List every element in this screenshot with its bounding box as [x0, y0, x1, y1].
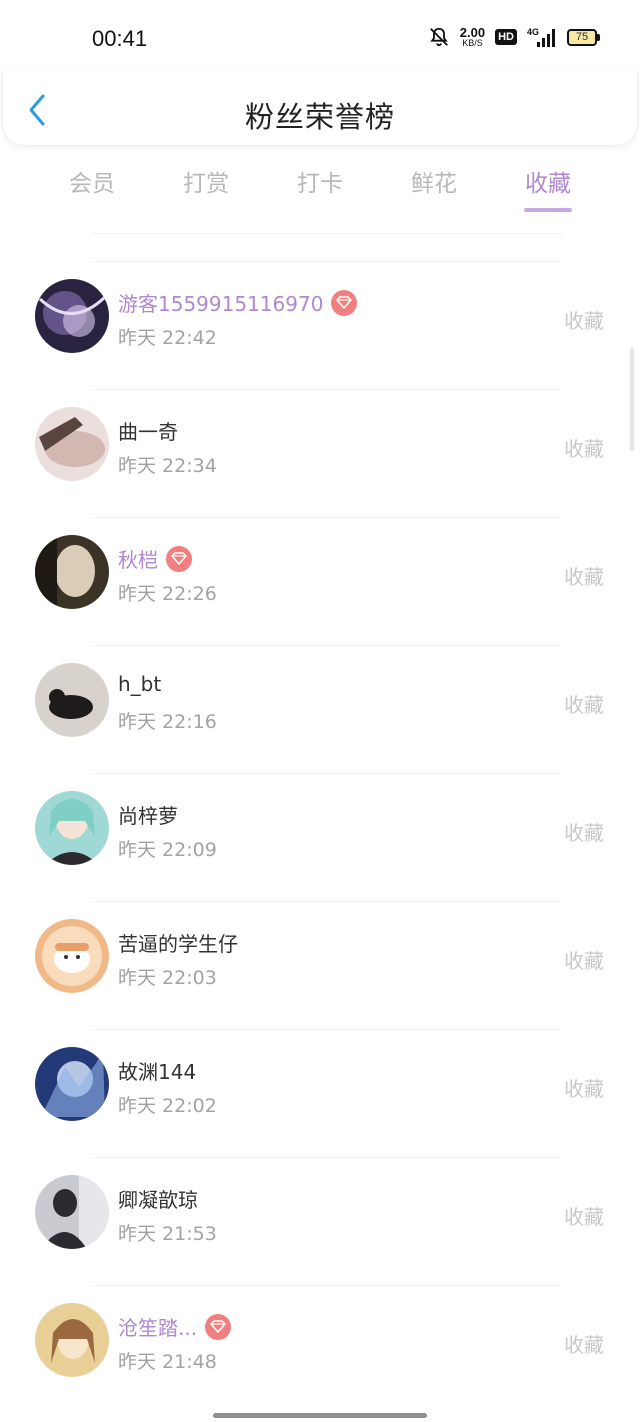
list-item[interactable]: 秋桤 昨天 22:26 收藏	[0, 517, 640, 645]
user-name: 曲一奇	[118, 420, 178, 444]
status-icons: 2.00 KB/S HD 4G 75	[428, 26, 600, 48]
timestamp: 昨天 21:48	[118, 1351, 217, 1373]
list-item[interactable]: 游客1559915116970 昨天 22:42 收藏	[0, 261, 640, 389]
avatar[interactable]	[35, 1047, 109, 1121]
vip-diamond-icon	[205, 1313, 232, 1340]
tab-active-indicator	[524, 208, 572, 212]
tab-reward[interactable]: 打赏	[166, 164, 246, 198]
network-speed-unit: KB/S	[462, 38, 483, 48]
timestamp: 昨天 22:16	[118, 711, 217, 733]
home-indicator[interactable]	[213, 1413, 427, 1418]
action-label: 收藏	[564, 437, 604, 461]
avatar[interactable]	[35, 1303, 109, 1377]
vip-diamond-icon	[331, 289, 358, 316]
tab-member[interactable]: 会员	[52, 164, 132, 198]
bell-muted-icon	[429, 27, 448, 47]
timestamp: 昨天 22:09	[118, 839, 217, 861]
list-item[interactable]: 故渊144 昨天 22:02 收藏	[0, 1029, 640, 1157]
page-title: 粉丝荣誉榜	[244, 100, 395, 134]
divider	[92, 233, 562, 234]
avatar[interactable]	[35, 919, 109, 993]
tab-label: 收藏	[525, 171, 571, 197]
list-item[interactable]: 苦逼的学生仔 昨天 22:03 收藏	[0, 901, 640, 1029]
vip-diamond-icon	[166, 545, 192, 572]
action-label: 收藏	[564, 309, 604, 333]
list-item[interactable]: 沧笙踏... 昨天 21:48 收藏	[0, 1285, 640, 1413]
action-label: 收藏	[564, 1205, 604, 1229]
tab-favorite[interactable]: 收藏	[508, 164, 588, 212]
avatar[interactable]	[35, 791, 109, 865]
action-label: 收藏	[564, 1333, 604, 1357]
user-name: 苦逼的学生仔	[118, 932, 238, 956]
user-name: 卿凝歆琼	[118, 1188, 198, 1212]
avatar[interactable]	[35, 407, 109, 481]
tab-label: 打赏	[183, 171, 229, 197]
network-type-label: 4G	[527, 27, 539, 37]
action-label: 收藏	[564, 949, 604, 973]
list-item[interactable]: 尚梓萝 昨天 22:09 收藏	[0, 773, 640, 901]
list-item[interactable]: h_bt 昨天 22:16 收藏	[0, 645, 640, 773]
timestamp: 昨天 22:34	[118, 455, 217, 477]
avatar[interactable]	[35, 279, 109, 353]
avatar[interactable]	[35, 663, 109, 737]
user-name: 秋桤	[118, 548, 158, 572]
tab-bar: 会员 打赏 打卡 鲜花 收藏	[0, 164, 640, 220]
tab-label: 鲜花	[411, 171, 457, 197]
tab-label: 打卡	[297, 171, 343, 197]
user-name: 尚梓萝	[118, 804, 178, 828]
tab-checkin[interactable]: 打卡	[280, 164, 360, 198]
avatar[interactable]	[35, 1175, 109, 1249]
user-name: 游客1559915116970	[118, 292, 324, 316]
user-name: 故渊144	[118, 1060, 197, 1084]
action-label: 收藏	[564, 693, 604, 717]
hd-icon: HD	[495, 29, 517, 45]
tab-flower[interactable]: 鲜花	[394, 164, 474, 198]
timestamp: 昨天 21:53	[118, 1223, 217, 1245]
action-label: 收藏	[564, 821, 604, 845]
signal-4g-icon: 4G	[527, 27, 555, 47]
action-label: 收藏	[564, 565, 604, 589]
scrollbar[interactable]	[630, 347, 634, 451]
nav-bar: 粉丝荣誉榜	[2, 70, 638, 146]
timestamp: 昨天 22:26	[118, 583, 217, 605]
status-bar: 00:41 2.00 KB/S HD 4G 75	[0, 0, 640, 80]
battery-icon: 75	[567, 28, 600, 46]
action-label: 收藏	[564, 1077, 604, 1101]
user-name: 沧笙踏...	[118, 1316, 198, 1340]
avatar[interactable]	[35, 535, 109, 609]
list-item[interactable]: 曲一奇 昨天 22:34 收藏	[0, 389, 640, 517]
user-name: h_bt	[118, 672, 162, 696]
list-item[interactable]: 卿凝歆琼 昨天 21:53 收藏	[0, 1157, 640, 1285]
battery-level: 75	[567, 28, 597, 46]
timestamp: 昨天 22:03	[118, 967, 217, 989]
status-time: 00:41	[92, 26, 148, 51]
timestamp: 昨天 22:42	[118, 327, 217, 349]
timestamp: 昨天 22:02	[118, 1095, 217, 1117]
network-speed: 2.00 KB/S	[460, 26, 485, 48]
tab-label: 会员	[69, 171, 115, 197]
